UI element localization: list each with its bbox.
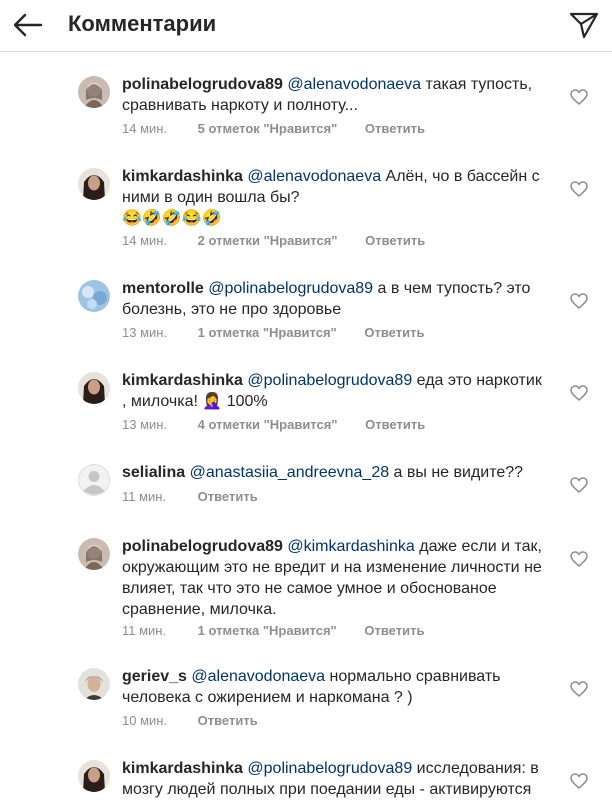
- heart-icon[interactable]: [570, 551, 588, 567]
- reply-button[interactable]: Ответить: [365, 233, 425, 248]
- page-title: Комментарии: [68, 11, 217, 36]
- comment-meta: 10 мин. Ответить: [122, 713, 258, 728]
- comment-meta: 11 мин. 1 отметка "Нравится" Ответить: [122, 623, 424, 638]
- comment-text: mentorolle @polinabelogrudova89 а в чем …: [122, 278, 542, 320]
- likes-count[interactable]: 1 отметка "Нравится": [198, 325, 337, 340]
- comment-meta: 13 мин. 4 отметки "Нравится" Ответить: [122, 417, 425, 432]
- likes-count[interactable]: 5 отметок "Нравится": [198, 121, 338, 136]
- comment-time: 10 мин.: [122, 713, 168, 728]
- comment-username[interactable]: mentorolle: [122, 280, 204, 297]
- comment-time: 13 мин.: [122, 417, 168, 432]
- comment-text: kimkardashinka @alenavodonaeva Алён, чо …: [122, 166, 542, 229]
- comment-message: а вы не видите??: [389, 464, 524, 481]
- mention-link[interactable]: @polinabelogrudova89: [247, 372, 412, 389]
- likes-count[interactable]: 2 отметки "Нравится": [198, 233, 338, 248]
- heart-icon[interactable]: [570, 681, 588, 697]
- mention-link[interactable]: @alenavodonaeva: [191, 668, 325, 685]
- comment-time: 14 мин.: [122, 121, 168, 136]
- comment-text: geriev_s @alenavodonaeva нормально сравн…: [122, 666, 542, 708]
- default-avatar-icon[interactable]: [78, 464, 110, 496]
- avatar[interactable]: [78, 372, 110, 404]
- comment-text: polinabelogrudova89 @alenavodonaeva така…: [122, 74, 542, 116]
- likes-count[interactable]: 1 отметка "Нравится": [198, 623, 337, 638]
- heart-icon[interactable]: [570, 477, 588, 493]
- reply-button[interactable]: Ответить: [365, 121, 425, 136]
- comment-time: 14 мин.: [122, 233, 168, 248]
- heart-icon[interactable]: [570, 89, 588, 105]
- reply-button[interactable]: Ответить: [365, 417, 425, 432]
- comment-text: kimkardashinka @polinabelogrudova89 еда …: [122, 370, 542, 412]
- mention-link[interactable]: @alenavodonaeva: [287, 76, 421, 93]
- mention-link[interactable]: @polinabelogrudova89: [208, 280, 373, 297]
- comment-emoji: 😂🤣🤣😂🤣: [122, 210, 222, 227]
- comment-username[interactable]: kimkardashinka: [122, 168, 243, 185]
- avatar[interactable]: [78, 538, 110, 570]
- reply-button[interactable]: Ответить: [198, 489, 258, 504]
- reply-button[interactable]: Ответить: [198, 713, 258, 728]
- avatar[interactable]: [78, 760, 110, 792]
- avatar[interactable]: [78, 168, 110, 200]
- arrow-left-icon[interactable]: [12, 9, 44, 41]
- heart-icon[interactable]: [570, 385, 588, 401]
- comment-meta: 11 мин. Ответить: [122, 489, 258, 504]
- avatar[interactable]: [78, 76, 110, 108]
- heart-icon[interactable]: [570, 293, 588, 309]
- comment-text: polinabelogrudova89 @kimkardashinka даже…: [122, 536, 542, 620]
- comment-username[interactable]: kimkardashinka: [122, 760, 243, 777]
- heart-icon[interactable]: [570, 773, 588, 789]
- mention-link[interactable]: @kimkardashinka: [287, 538, 414, 555]
- comment-text: kimkardashinka @polinabelogrudova89 иссл…: [122, 758, 542, 800]
- comment-time: 11 мин.: [122, 489, 167, 504]
- comment-time: 11 мин.: [122, 623, 167, 638]
- reply-button[interactable]: Ответить: [364, 325, 424, 340]
- comment-time: 13 мин.: [122, 325, 168, 340]
- comment-meta: 13 мин. 1 отметка "Нравится" Ответить: [122, 325, 424, 340]
- heart-icon[interactable]: [570, 181, 588, 197]
- comment-username[interactable]: polinabelogrudova89: [122, 538, 283, 555]
- mention-link[interactable]: @anastasiia_andreevna_28: [190, 464, 390, 481]
- comment-text: selialina @anastasiia_andreevna_28 а вы …: [122, 462, 542, 483]
- comment-username[interactable]: geriev_s: [122, 668, 187, 685]
- mention-link[interactable]: @polinabelogrudova89: [247, 760, 412, 777]
- comment-meta: 14 мин. 5 отметок "Нравится" Ответить: [122, 121, 425, 136]
- likes-count[interactable]: 4 отметки "Нравится": [198, 417, 338, 432]
- paper-plane-icon[interactable]: [568, 9, 600, 41]
- reply-button[interactable]: Ответить: [364, 623, 424, 638]
- comment-meta: 14 мин. 2 отметки "Нравится" Ответить: [122, 233, 425, 248]
- avatar[interactable]: [78, 668, 110, 700]
- comment-username[interactable]: selialina: [122, 464, 185, 481]
- avatar[interactable]: [78, 280, 110, 312]
- mention-link[interactable]: @alenavodonaeva: [247, 168, 381, 185]
- top-bar: Комментарии: [0, 0, 612, 52]
- comment-username[interactable]: polinabelogrudova89: [122, 76, 283, 93]
- comment-username[interactable]: kimkardashinka: [122, 372, 243, 389]
